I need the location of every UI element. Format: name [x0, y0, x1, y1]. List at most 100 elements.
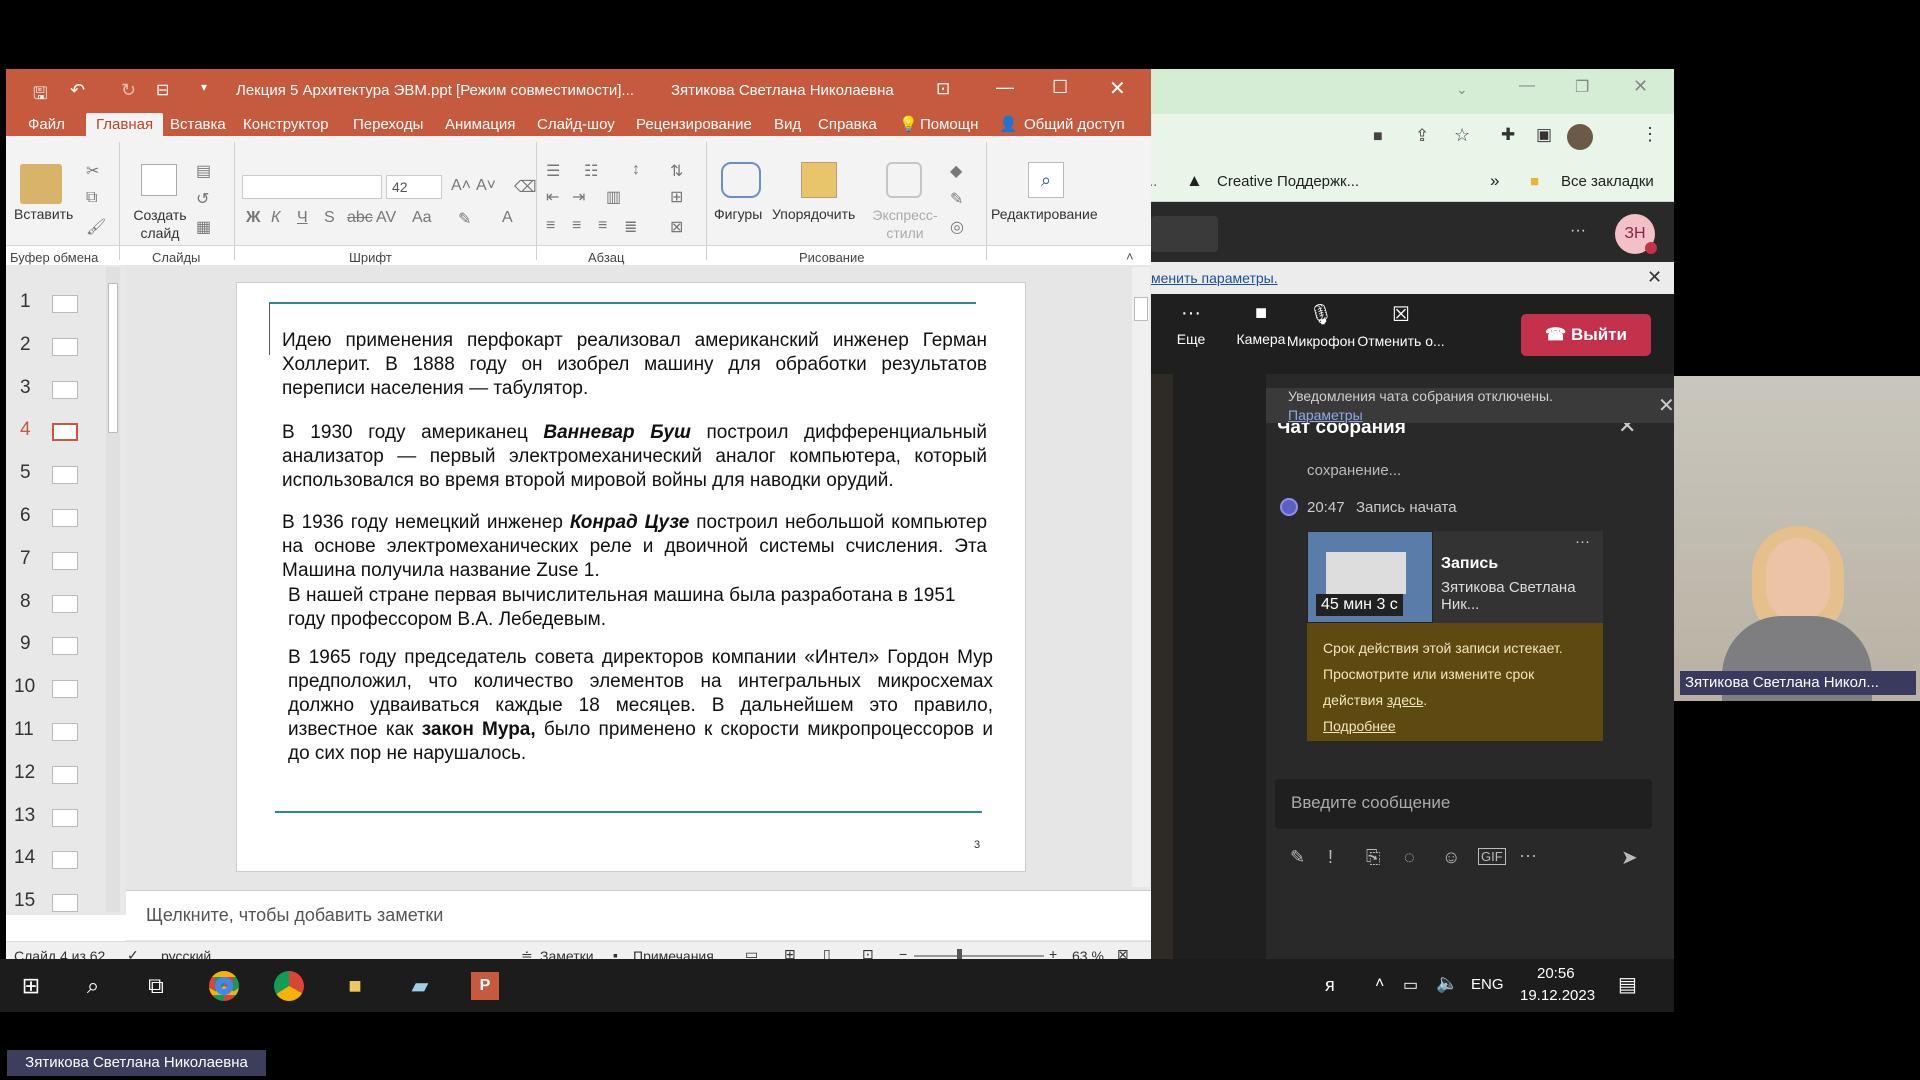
more-options-icon[interactable]: ··· — [1570, 222, 1586, 240]
camera-permission-icon[interactable]: ■ — [1373, 128, 1383, 146]
reading-view-icon[interactable]: ▯ — [823, 946, 831, 959]
bookmark-star-icon[interactable]: ☆ — [1454, 125, 1470, 146]
tab-view[interactable]: Вид — [774, 113, 801, 136]
collapse-ribbon-icon[interactable]: ˄ — [1126, 249, 1134, 264]
shrink-font-icon[interactable]: A˅ — [476, 177, 496, 195]
close-icon[interactable]: ✕ — [1633, 76, 1648, 97]
slide-thumbnail[interactable] — [52, 894, 78, 913]
format-painter-icon[interactable]: 🖌 — [86, 217, 106, 237]
recording-card[interactable]: 45 мин 3 с Запись Зятикова Светлана Ник.… — [1307, 531, 1603, 623]
slide-canvas[interactable]: Идею применения перфокарт реализовал аме… — [236, 282, 1026, 872]
leave-button[interactable]: ☎ Выйти — [1521, 314, 1651, 356]
tab-file[interactable]: Файл — [28, 113, 65, 136]
quick-styles-icon[interactable] — [886, 162, 922, 198]
tab-tell-me[interactable]: Помощн — [920, 113, 978, 136]
arrange-icon[interactable] — [801, 162, 837, 198]
slide-paragraph-5[interactable]: В 1965 году председатель совета директор… — [288, 646, 993, 766]
search-box[interactable] — [1151, 216, 1218, 252]
close-icon[interactable]: ✕ — [1109, 76, 1126, 101]
align-text-icon[interactable]: ⊞ — [670, 187, 683, 207]
ribbon-display-icon[interactable]: ⊡ — [936, 79, 950, 99]
close-icon[interactable]: ✕ — [1647, 267, 1662, 288]
tab-slideshow[interactable]: Слайд-шоу — [537, 113, 615, 136]
slide-thumbnail[interactable] — [52, 380, 78, 399]
layout-icon[interactable]: ▤ — [196, 161, 211, 181]
undo-icon[interactable]: ↶ — [70, 80, 85, 101]
tab-transitions[interactable]: Переходы — [353, 113, 423, 136]
outdent-icon[interactable]: ⇥ — [572, 187, 585, 207]
paste-button[interactable]: Вставить — [14, 206, 73, 222]
menu-icon[interactable]: ⋮ — [1641, 124, 1659, 145]
message-input[interactable]: Введите сообщение — [1275, 779, 1652, 829]
all-bookmarks[interactable]: Все закладки — [1561, 173, 1654, 190]
attach-icon[interactable]: ⎘ — [1366, 847, 1380, 868]
slide-thumbnail[interactable] — [52, 808, 78, 827]
slide-thumbnail[interactable] — [52, 680, 78, 699]
highlight-icon[interactable]: ✎ — [458, 209, 471, 229]
user-name[interactable]: Зятикова Светлана Николаевна — [671, 82, 894, 99]
clear-format-icon[interactable]: ⌫ — [514, 177, 537, 197]
close-icon[interactable]: ✕ — [1658, 393, 1674, 418]
underline-icon[interactable]: Ч — [297, 209, 308, 227]
slide-thumbnail[interactable] — [52, 423, 78, 442]
network-icon[interactable]: ▭ — [1403, 975, 1418, 995]
redo-icon[interactable]: ↻ — [121, 80, 136, 101]
notes-pane[interactable]: Щелкните, чтобы добавить заметки — [126, 890, 1151, 940]
expiry-here-link[interactable]: здесь — [1387, 692, 1423, 708]
learn-more-link[interactable]: Подробнее — [1323, 718, 1396, 734]
side-panel-icon[interactable]: ▣ — [1536, 125, 1552, 145]
minimize-icon[interactable]: — — [1519, 77, 1535, 95]
align-left-icon[interactable]: ≡ — [546, 217, 555, 235]
shape-effects-icon[interactable]: ◎ — [950, 217, 964, 237]
thumbs-scrollbar[interactable] — [106, 267, 120, 912]
reset-icon[interactable]: ↺ — [196, 189, 209, 209]
tab-animation[interactable]: Анимация — [445, 113, 515, 136]
present-icon[interactable]: ⊟ — [156, 80, 169, 100]
slide-thumbnail[interactable] — [52, 466, 78, 485]
slide-paragraph-2[interactable]: В 1930 году американец Ванневар Буш пост… — [282, 421, 987, 493]
emoji-icon[interactable]: ☺ — [1442, 847, 1460, 868]
bookmark-item[interactable]: Creative Поддержк... — [1217, 173, 1359, 190]
tab-home[interactable]: Главная — [86, 113, 164, 136]
slide-thumbnail[interactable] — [52, 295, 78, 313]
zoom-slider[interactable] — [914, 949, 1044, 959]
slide-paragraph-1[interactable]: Идею применения перфокарт реализовал аме… — [282, 329, 987, 401]
bookmarks-overflow-icon[interactable]: » — [1490, 171, 1499, 191]
clock-time[interactable]: 20:56 — [1537, 965, 1575, 982]
smartart-icon[interactable]: ⊠ — [670, 217, 683, 237]
profile-avatar[interactable] — [1567, 124, 1593, 150]
loop-icon[interactable]: ◌ — [1404, 847, 1415, 868]
zoom-in-icon[interactable]: + — [1049, 946, 1057, 959]
important-icon[interactable]: ! — [1328, 847, 1333, 868]
recording-thumbnail[interactable]: 45 мин 3 с — [1307, 531, 1433, 623]
notifications-icon[interactable]: ▤ — [1618, 972, 1637, 997]
extensions-icon[interactable]: ✚ — [1501, 125, 1515, 145]
tab-design[interactable]: Конструктор — [243, 113, 329, 136]
slide-paragraph-4[interactable]: В нашей стране первая вычислительная маш… — [288, 584, 993, 632]
tab-insert[interactable]: Вставка — [170, 113, 226, 136]
new-slide-icon[interactable] — [141, 164, 177, 196]
slide-thumbnail[interactable] — [52, 551, 78, 570]
share-button[interactable]: Общий доступ — [1024, 113, 1125, 136]
clock-date[interactable]: 19.12.2023 — [1520, 987, 1595, 1004]
tab-search-icon[interactable]: ⌄ — [1456, 81, 1468, 98]
mic-button[interactable]: 🎙 Микрофон — [1281, 302, 1361, 349]
indent-icon[interactable]: ⇤ — [546, 187, 559, 207]
shapes-button[interactable]: Фигуры — [714, 206, 762, 222]
notice-settings-link[interactable]: Параметры — [1288, 407, 1363, 423]
chrome-icon[interactable] — [201, 967, 247, 1005]
fit-slide-icon[interactable]: ⊠ — [1117, 946, 1129, 959]
slide-thumbnail[interactable] — [52, 337, 78, 356]
chrome-icon-2[interactable] — [266, 967, 312, 1005]
slide-thumbnail[interactable] — [52, 851, 78, 870]
bookmark-overflow-left[interactable]: .. — [1151, 173, 1157, 190]
windows-start-icon[interactable]: ⊞ — [8, 967, 54, 1005]
case-icon[interactable]: Aa — [412, 209, 432, 227]
shape-fill-icon[interactable]: ◆ — [950, 161, 962, 181]
notepad-icon[interactable]: ▰ — [397, 967, 443, 1005]
shapes-icon[interactable] — [721, 162, 761, 198]
slide-thumbnail[interactable] — [52, 594, 78, 613]
stop-sharing-button[interactable]: ☒ Отменить о... — [1351, 302, 1451, 349]
italic-icon[interactable]: К — [271, 209, 280, 227]
slide-paragraph-3[interactable]: В 1936 году немецкий инженер Конрад Цузе… — [282, 511, 987, 583]
